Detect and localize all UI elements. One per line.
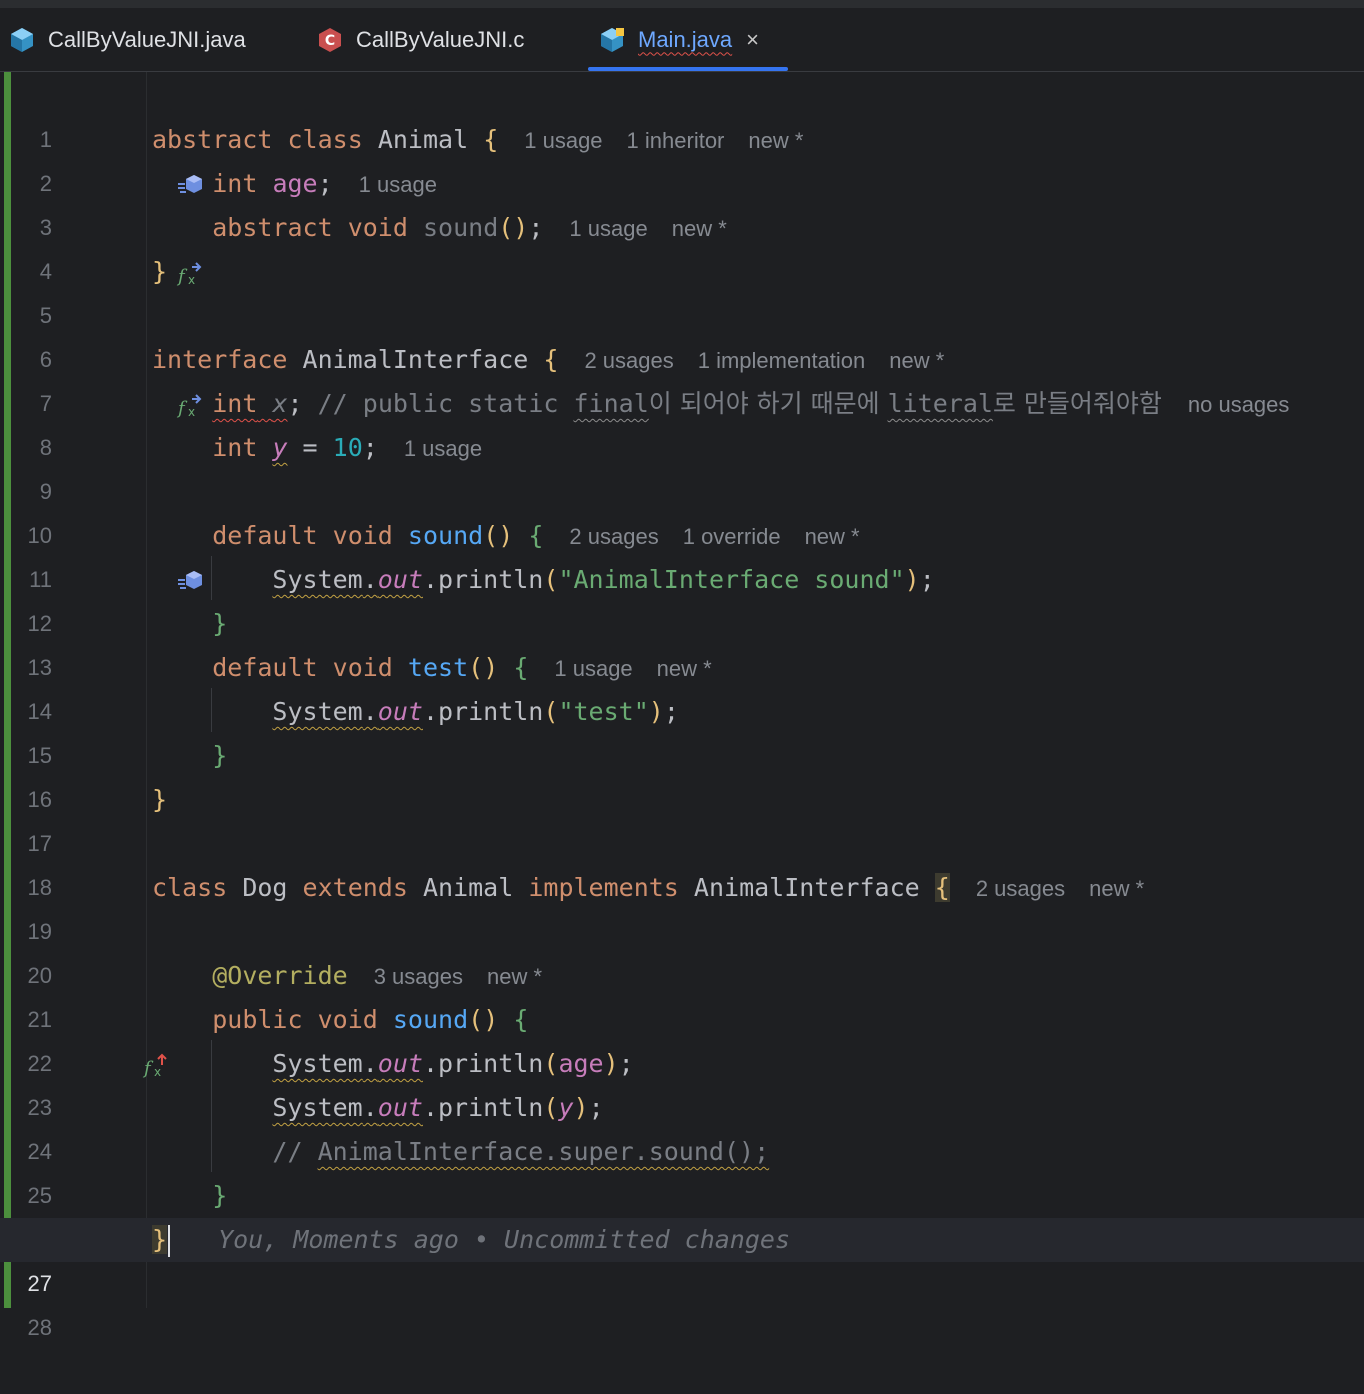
code-line[interactable]: 21 @Override 3 usages new * [0,954,1364,1032]
code-text: } [212,741,228,770]
code-text: abstract class Animal {1 usage 1 inherito… [152,125,804,154]
overrides-method-icon[interactable]: fx [52,1006,168,1079]
code-text: } [212,1181,228,1210]
code-editor[interactable]: 1 2 abstract class Animal {1 usage 1 inhe… [0,72,1364,1340]
code-text: } [212,609,228,638]
code-text: System.out.println(y); [272,1093,604,1122]
author-hint[interactable]: new * [889,348,944,373]
java-class-icon [8,26,36,54]
code-line[interactable]: 12 System.out.println("AnimalInterface s… [0,558,1364,636]
usage-hint[interactable]: 3 usages [374,964,463,989]
text-caret [168,1225,171,1257]
code-line[interactable]: 15 System.out.println("test"); [0,690,1364,768]
implementation-hint[interactable]: 1 implementation [698,348,866,373]
usage-hint[interactable]: no usages [1188,392,1290,417]
code-text: } [152,257,168,286]
usage-hint[interactable]: 2 usages [584,348,673,373]
code-line[interactable]: 26 } [0,1174,1364,1252]
code-line[interactable]: 5 } [0,250,1364,328]
tab-callbyvaluejni-c[interactable]: C CallByValueJNI.c [316,8,524,71]
author-hint[interactable]: new * [657,656,712,681]
code-line[interactable]: 11 default void sound() {2 usages 1 overr… [0,514,1364,592]
code-line[interactable]: 1 [0,74,1364,152]
implemented-method-icon[interactable]: fx [86,214,202,287]
usage-hint[interactable]: 2 usages [569,524,658,549]
code-line[interactable]: 3 int age; 1 usage [0,162,1364,240]
code-line[interactable]: 23 System.out.println(age); [0,1042,1364,1120]
tab-callbyvaluejni-java[interactable]: CallByValueJNI.java [8,8,246,71]
code-line[interactable]: 4 fx abstract void sound(); 1 usage new * [0,206,1364,287]
usage-hint[interactable]: 1 usage [524,128,602,153]
code-line[interactable]: 10 [0,470,1364,548]
line-number[interactable]: 28 [12,1306,52,1350]
active-tab-indicator [588,67,788,71]
code-text: class Dog extends Animal implements Anim… [152,873,1145,902]
close-tab-icon[interactable]: × [746,27,759,53]
code-text: default void test() {1 usage new * [212,653,712,682]
code-text: System.out.println(age); [272,1049,634,1078]
author-hint[interactable]: new * [487,964,542,989]
author-hint[interactable]: new * [672,216,727,241]
code-text: default void sound() {2 usages 1 override… [212,521,860,550]
usage-hint[interactable]: 1 usage [404,436,482,461]
code-line[interactable]: 6 [0,294,1364,372]
code-line[interactable]: 24 System.out.println(y); [0,1086,1364,1164]
author-hint[interactable]: new * [1089,876,1144,901]
code-line[interactable]: 19 class Dog extends Animal implements A… [0,866,1364,944]
code-line[interactable]: 22 fx public void sound() { [0,998,1364,1079]
author-hint[interactable]: new * [805,524,860,549]
code-text: int y = 10; 1 usage [212,433,483,462]
author-hint[interactable]: new * [748,128,803,153]
code-line[interactable]: 28 [0,1262,1364,1340]
code-line[interactable]: 20 [0,910,1364,988]
implemented-method-icon[interactable]: fx [86,346,202,419]
usage-hint[interactable]: 2 usages [976,876,1065,901]
code-line[interactable]: 25 // AnimalInterface.super.sound(); [0,1130,1364,1208]
c-file-icon: C [316,26,344,54]
code-line[interactable]: 9 int y = 10; 1 usage [0,426,1364,504]
code-text: // AnimalInterface.super.sound(); [272,1137,770,1166]
tab-label: Main.java [638,26,733,52]
code-text: abstract void sound(); 1 usage new * [212,213,727,242]
code-line[interactable]: 8 int x; // public static final이 되어야 하기 … [0,382,1364,460]
code-text: } You, Moments ago • Uncommitted changes [152,1218,790,1262]
code-line[interactable]: 14 default void test() {1 usage new * [0,646,1364,724]
code-text: } [152,785,168,814]
git-blame-annotation[interactable]: You, Moments ago • Uncommitted changes [218,1225,790,1254]
code-text: System.out.println("test"); [272,697,679,726]
inheritor-hint[interactable]: 1 inheritor [627,128,725,153]
code-line[interactable]: 16 } [0,734,1364,812]
is-overridden-icon[interactable] [86,522,203,589]
editor-tab-bar: CallByValueJNI.java C CallByValueJNI.c M… [0,0,1364,72]
code-text: interface AnimalInterface {2 usages 1 imp… [152,345,945,374]
tab-main-java[interactable]: Main.java × [598,8,759,71]
code-line[interactable]: 13 } [0,602,1364,680]
code-text: @Override 3 usages new * [212,961,543,990]
has-inheritors-icon[interactable] [86,126,203,193]
java-class-icon [598,26,626,54]
usage-hint[interactable]: 1 usage [569,216,647,241]
code-text: System.out.println("AnimalInterface soun… [272,565,935,594]
svg-text:C: C [325,33,335,49]
override-hint[interactable]: 1 override [683,524,781,549]
code-line[interactable]: 17 } [0,778,1364,856]
usage-hint[interactable]: 1 usage [359,172,437,197]
code-text: int age; 1 usage [212,169,437,198]
code-text: public void sound() { [212,1005,529,1034]
code-line[interactable]: 18 [0,822,1364,900]
current-code-line[interactable]: 27 } You, Moments ago • Uncommitted chang… [0,1218,1364,1296]
tab-label: CallByValueJNI.c [356,26,525,52]
code-text: int x; // public static final이 되어야 하기 때문… [212,389,1290,418]
tab-label: CallByValueJNI.java [48,26,246,52]
code-line[interactable]: 7 fx interface AnimalInterface {2 usages… [0,338,1364,419]
code-line[interactable]: 2 abstract class Animal {1 usage 1 inheri… [0,118,1364,196]
usage-hint[interactable]: 1 usage [554,656,632,681]
